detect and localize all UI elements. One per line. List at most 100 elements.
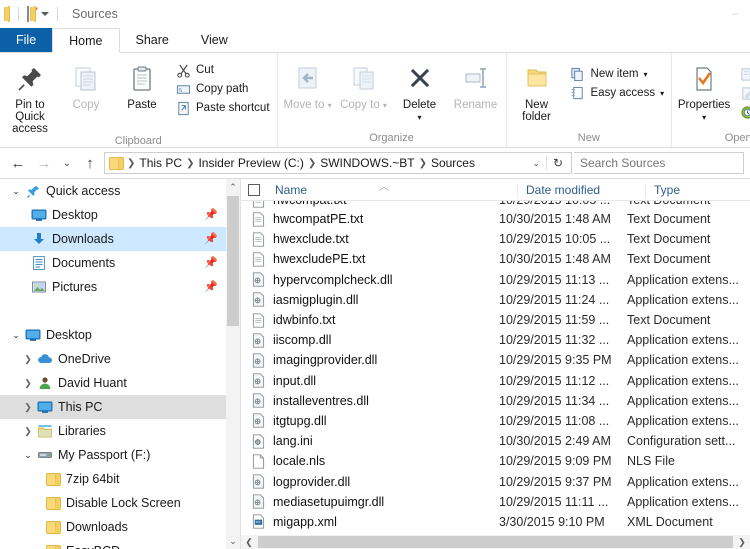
nav-item-downloads-passport[interactable]: Downloads <box>0 515 226 539</box>
chevron-right-icon[interactable]: ❯ <box>20 426 36 437</box>
history-button[interactable]: History <box>735 103 750 121</box>
nav-item-disable-lock-screen[interactable]: Disable Lock Screen <box>0 491 226 515</box>
breadcrumb-separator[interactable]: ❯ <box>307 158 317 169</box>
properties-button[interactable]: Properties ▾ <box>675 59 733 124</box>
select-all-checkbox[interactable] <box>241 183 267 196</box>
copy-to-button[interactable]: Copy to ▾ <box>337 59 391 112</box>
chevron-down-icon[interactable]: ⌄ <box>20 450 36 461</box>
tab-file[interactable]: File <box>0 28 53 52</box>
nav-item-desktop-tree[interactable]: ⌄ Desktop <box>0 323 226 347</box>
tab-view[interactable]: View <box>185 28 244 52</box>
tab-home[interactable]: Home <box>52 28 120 53</box>
table-row[interactable]: hwcompat.txt 10/29/2015 10:05 ... Text D… <box>241 201 750 209</box>
paste-shortcut-button[interactable]: Paste shortcut <box>171 99 274 117</box>
history-icon <box>739 104 750 120</box>
column-header-name[interactable]: Name ︿ <box>267 183 517 197</box>
nav-item-this-pc[interactable]: ❯ This PC <box>0 395 226 419</box>
paste-button[interactable]: Paste <box>115 59 169 111</box>
chevron-right-icon[interactable]: ❯ <box>20 378 36 389</box>
address-dropdown-icon[interactable]: ⌄ <box>526 158 546 169</box>
table-row[interactable]: idwbinfo.txt 10/29/2015 11:59 ... Text D… <box>241 310 750 330</box>
chevron-right-icon[interactable]: ❯ <box>20 402 36 413</box>
navigation-scrollbar[interactable]: ⌃ ⌄ <box>226 179 240 549</box>
open-button[interactable]: Open ▾ <box>735 65 750 83</box>
nav-item-easybcd[interactable]: EasyBCD <box>0 539 226 549</box>
table-row[interactable]: <> migapp.xml 3/30/2015 9:10 PM XML Docum… <box>241 512 750 532</box>
scroll-right-icon[interactable]: ❯ <box>734 537 750 548</box>
breadcrumb-bar[interactable]: ❯ This PC ❯ Insider Preview (C:) ❯ SWIND… <box>104 152 572 174</box>
pin-icon[interactable]: 📌 <box>204 208 218 221</box>
search-input[interactable] <box>580 156 737 170</box>
table-row[interactable]: iiscomp.dll 10/29/2015 11:32 ... Applica… <box>241 330 750 350</box>
breadcrumb-item-sources[interactable]: Sources <box>428 156 478 170</box>
copy-button[interactable]: Copy <box>59 59 113 111</box>
scrollbar-thumb[interactable] <box>227 196 239 326</box>
column-header-type[interactable]: Type <box>645 182 750 197</box>
table-row[interactable]: hwcompatPE.txt 10/30/2015 1:48 AM Text D… <box>241 209 750 229</box>
table-row[interactable]: hypervcomplcheck.dll 10/29/2015 11:13 ..… <box>241 270 750 290</box>
cut-button[interactable]: Cut <box>171 61 274 79</box>
edit-button[interactable]: Edit <box>735 84 750 102</box>
scroll-left-icon[interactable]: ❮ <box>241 537 257 548</box>
properties-icon[interactable] <box>27 6 29 22</box>
folder-icon[interactable] <box>109 156 124 170</box>
table-row[interactable]: itgtupg.dll 10/29/2015 11:08 ... Applica… <box>241 411 750 431</box>
chevron-down-icon[interactable]: ⌄ <box>8 186 24 197</box>
table-row[interactable]: iasmigplugin.dll 10/29/2015 11:24 ... Ap… <box>241 290 750 310</box>
table-row[interactable]: input.dll 10/29/2015 11:12 ... Applicati… <box>241 371 750 391</box>
breadcrumb-separator[interactable]: ❯ <box>185 158 195 169</box>
table-row[interactable]: hwexclude.txt 10/29/2015 10:05 ... Text … <box>241 229 750 249</box>
up-arrow-icon[interactable]: ↑ <box>78 151 102 175</box>
pin-to-quick-access-button[interactable]: Pin to Quick access <box>3 59 57 135</box>
breadcrumb-item-this-pc[interactable]: This PC <box>136 156 185 170</box>
nav-item-quick-access[interactable]: ⌄ Quick access <box>0 179 226 203</box>
table-row[interactable]: logprovider.dll 10/29/2015 9:37 PM Appli… <box>241 471 750 491</box>
chevron-right-icon[interactable]: ❯ <box>20 354 36 365</box>
folder-icon[interactable] <box>34 6 36 22</box>
table-row[interactable]: hwexcludePE.txt 10/30/2015 1:48 AM Text … <box>241 249 750 269</box>
nav-item-7zip-64bit[interactable]: 7zip 64bit <box>0 467 226 491</box>
breadcrumb-item-swindows-bt[interactable]: SWINDOWS.~BT <box>317 156 417 170</box>
move-to-button[interactable]: Move to ▾ <box>281 59 335 112</box>
nav-item-libraries[interactable]: ❯ Libraries <box>0 419 226 443</box>
pin-icon[interactable]: 📌 <box>204 232 218 245</box>
scroll-down-icon[interactable]: ⌄ <box>226 533 240 549</box>
forward-arrow-icon[interactable]: → <box>32 151 56 175</box>
scroll-up-icon[interactable]: ⌃ <box>226 179 240 195</box>
chevron-down-icon[interactable]: ⌄ <box>8 330 24 341</box>
folder-icon[interactable] <box>8 6 10 22</box>
table-row[interactable]: mediasetupuimgr.dll 10/29/2015 11:11 ...… <box>241 492 750 512</box>
delete-button[interactable]: Delete ▾ <box>393 59 447 124</box>
new-item-button[interactable]: New item ▾ <box>566 65 669 83</box>
pin-icon[interactable]: 📌 <box>204 280 218 293</box>
recent-locations-icon[interactable]: ⌄ <box>58 151 76 175</box>
dropdown-caret-icon[interactable] <box>41 12 49 16</box>
refresh-icon[interactable]: ↻ <box>545 156 569 170</box>
tab-share[interactable]: Share <box>120 28 185 52</box>
breadcrumb-item-insider-preview[interactable]: Insider Preview (C:) <box>195 156 306 170</box>
back-arrow-icon[interactable]: ← <box>6 151 30 175</box>
nav-item-desktop[interactable]: Desktop 📌 <box>0 203 226 227</box>
easy-access-button[interactable]: Easy access ▾ <box>566 84 669 102</box>
nav-item-david-huant[interactable]: ❯ David Huant <box>0 371 226 395</box>
nav-item-my-passport[interactable]: ⌄ My Passport (F:) <box>0 443 226 467</box>
nav-item-onedrive[interactable]: ❯ OneDrive <box>0 347 226 371</box>
nav-item-pictures[interactable]: Pictures 📌 <box>0 275 226 299</box>
nav-item-downloads[interactable]: Downloads 📌 <box>0 227 226 251</box>
rename-button[interactable]: Rename <box>449 59 503 111</box>
table-row[interactable]: lang.ini 10/30/2015 2:49 AM Configuratio… <box>241 431 750 451</box>
copy-path-button[interactable]: \\ Copy path <box>171 80 274 98</box>
table-row[interactable]: locale.nls 10/29/2015 9:09 PM NLS File <box>241 451 750 471</box>
table-row[interactable]: imagingprovider.dll 10/29/2015 9:35 PM A… <box>241 350 750 370</box>
horizontal-scrollbar[interactable]: ❮ ❯ <box>241 535 750 549</box>
pin-icon[interactable]: 📌 <box>204 256 218 269</box>
table-row[interactable]: installeventres.dll 10/29/2015 11:34 ...… <box>241 391 750 411</box>
breadcrumb-separator[interactable]: ❯ <box>418 158 428 169</box>
nav-item-documents[interactable]: Documents 📌 <box>0 251 226 275</box>
column-header-date-modified[interactable]: Date modified <box>517 182 645 197</box>
new-folder-button[interactable]: New folder <box>510 59 564 123</box>
file-name: hwexclude.txt <box>273 232 349 247</box>
scrollbar-thumb[interactable] <box>258 536 733 548</box>
minimize-button[interactable]: – <box>720 0 750 28</box>
search-box[interactable] <box>574 152 744 174</box>
